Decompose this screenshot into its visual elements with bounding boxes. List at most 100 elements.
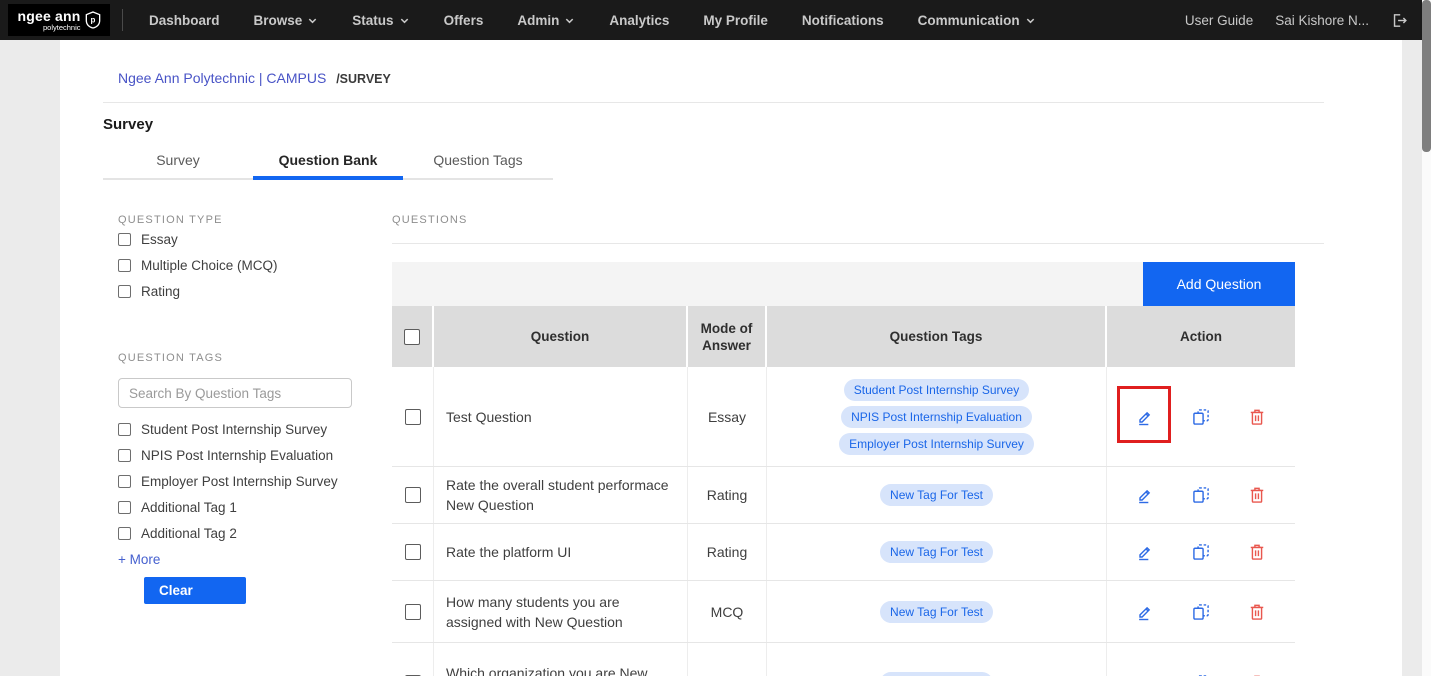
nav-status[interactable]: Status [352, 13, 409, 28]
mode-of-answer: MCQ [688, 581, 767, 642]
mode-of-answer: MCQ [688, 643, 767, 676]
tab-active-indicator [253, 176, 403, 180]
checkbox[interactable] [118, 423, 131, 436]
copy-icon[interactable] [1191, 673, 1211, 676]
nav-browse[interactable]: Browse [254, 13, 319, 28]
tab-survey[interactable]: Survey [103, 144, 253, 182]
edit-icon[interactable] [1135, 602, 1155, 622]
nav-communication[interactable]: Communication [918, 13, 1036, 28]
edit-icon[interactable] [1135, 407, 1155, 427]
nav-my-profile-label: My Profile [703, 13, 768, 28]
filter-option-mcq[interactable]: Multiple Choice (MCQ) [118, 252, 380, 278]
delete-icon[interactable] [1247, 673, 1267, 676]
nav-notifications[interactable]: Notifications [802, 13, 884, 28]
tag-pill: New Tag For Test [880, 601, 993, 623]
row-checkbox[interactable] [405, 544, 421, 560]
user-guide-link[interactable]: User Guide [1185, 13, 1253, 28]
tab-question-tags[interactable]: Question Tags [403, 144, 553, 182]
app-logo[interactable]: ngee ann polytechnic p [8, 4, 110, 36]
tag-pill: NPIS Post Internship Evaluation [841, 406, 1032, 428]
filter-option-rating[interactable]: Rating [118, 278, 380, 304]
questions-toolbar: Add Question [392, 262, 1295, 306]
table-row: How many students you are assigned with … [392, 581, 1295, 643]
checkbox[interactable] [118, 501, 131, 514]
page-title: Survey [103, 116, 153, 133]
question-tags-cell: New Tag For Test [767, 467, 1107, 523]
scrollbar-thumb[interactable] [1422, 0, 1431, 152]
nav-notifications-label: Notifications [802, 13, 884, 28]
checkbox[interactable] [118, 527, 131, 540]
breadcrumb: Ngee Ann Polytechnic | CAMPUS /SURVEY [118, 70, 391, 86]
table-header-tags: Question Tags [767, 306, 1107, 367]
top-navbar: ngee ann polytechnic p Dashboard Browse … [0, 0, 1422, 40]
delete-icon[interactable] [1247, 485, 1267, 505]
edit-icon[interactable] [1135, 485, 1155, 505]
checkbox[interactable] [118, 259, 131, 272]
breadcrumb-root-link[interactable]: Ngee Ann Polytechnic | CAMPUS [118, 70, 326, 86]
question-text: Which organization you are New Question [434, 643, 688, 676]
nav-communication-label: Communication [918, 13, 1020, 28]
filter-tag-npis-post[interactable]: NPIS Post Internship Evaluation [118, 442, 380, 468]
questions-section: QUESTIONS Add Question Question Mode of … [392, 214, 1324, 226]
tag-pill: New Tag For Test [880, 541, 993, 563]
tag-search-input[interactable] [118, 378, 352, 408]
checkbox[interactable] [118, 475, 131, 488]
checkbox[interactable] [118, 449, 131, 462]
edit-icon[interactable] [1135, 673, 1155, 676]
mode-of-answer: Rating [688, 524, 767, 580]
mode-of-answer: Essay [688, 367, 767, 466]
question-type-label: QUESTION TYPE [118, 214, 380, 226]
delete-icon[interactable] [1247, 602, 1267, 622]
question-tags-cell: New Tag For Test [767, 581, 1107, 642]
questions-table: Question Mode of Answer Question Tags Ac… [392, 306, 1295, 676]
delete-icon[interactable] [1247, 542, 1267, 562]
clear-filters-button[interactable]: Clear [144, 577, 246, 604]
nav-admin[interactable]: Admin [517, 13, 575, 28]
filter-tag-additional-2[interactable]: Additional Tag 2 [118, 520, 380, 546]
nav-admin-label: Admin [517, 13, 559, 28]
main-nav: Dashboard Browse Status Offers Admin Ana… [149, 13, 1036, 28]
filter-tag-label: NPIS Post Internship Evaluation [141, 448, 333, 463]
checkbox[interactable] [118, 285, 131, 298]
table-row: Rate the platform UI Rating New Tag For … [392, 524, 1295, 581]
row-checkbox[interactable] [405, 604, 421, 620]
table-header-row: Question Mode of Answer Question Tags Ac… [392, 306, 1295, 367]
nav-dashboard[interactable]: Dashboard [149, 13, 220, 28]
filter-tag-additional-1[interactable]: Additional Tag 1 [118, 494, 380, 520]
nav-analytics[interactable]: Analytics [609, 13, 669, 28]
row-checkbox[interactable] [405, 409, 421, 425]
logout-icon[interactable] [1391, 12, 1408, 29]
filter-tag-employer-post[interactable]: Employer Post Internship Survey [118, 468, 380, 494]
table-row: Which organization you are New Question … [392, 643, 1295, 676]
filter-tag-student-post[interactable]: Student Post Internship Survey [118, 416, 380, 442]
nav-my-profile[interactable]: My Profile [703, 13, 768, 28]
scrollbar[interactable] [1422, 0, 1431, 676]
filter-option-label: Essay [141, 232, 178, 247]
action-cell [1107, 524, 1295, 580]
nav-analytics-label: Analytics [609, 13, 669, 28]
delete-icon[interactable] [1247, 407, 1267, 427]
copy-icon[interactable] [1191, 602, 1211, 622]
edit-icon[interactable] [1135, 542, 1155, 562]
tag-pill: Employer Post Internship Survey [839, 433, 1034, 455]
tag-pill: Student Post Internship Survey [844, 379, 1029, 401]
copy-icon[interactable] [1191, 485, 1211, 505]
copy-icon[interactable] [1191, 407, 1211, 427]
question-tags-label: QUESTION TAGS [118, 352, 380, 364]
add-question-button[interactable]: Add Question [1143, 262, 1295, 306]
more-tags-link[interactable]: + More [118, 552, 380, 567]
nav-offers[interactable]: Offers [444, 13, 484, 28]
username[interactable]: Sai Kishore N... [1275, 13, 1369, 28]
filter-tag-label: Additional Tag 2 [141, 526, 237, 541]
row-checkbox[interactable] [405, 487, 421, 503]
select-all-checkbox[interactable] [404, 329, 420, 345]
svg-text:p: p [90, 16, 95, 25]
checkbox[interactable] [118, 233, 131, 246]
action-cell [1107, 367, 1295, 466]
copy-icon[interactable] [1191, 542, 1211, 562]
question-tags-cell: Student Post Internship Survey NPIS Post… [767, 367, 1107, 466]
filter-option-essay[interactable]: Essay [118, 226, 380, 252]
mode-of-answer: Rating [688, 467, 767, 523]
logo-separator [122, 9, 123, 31]
question-text: Test Question [434, 367, 688, 466]
